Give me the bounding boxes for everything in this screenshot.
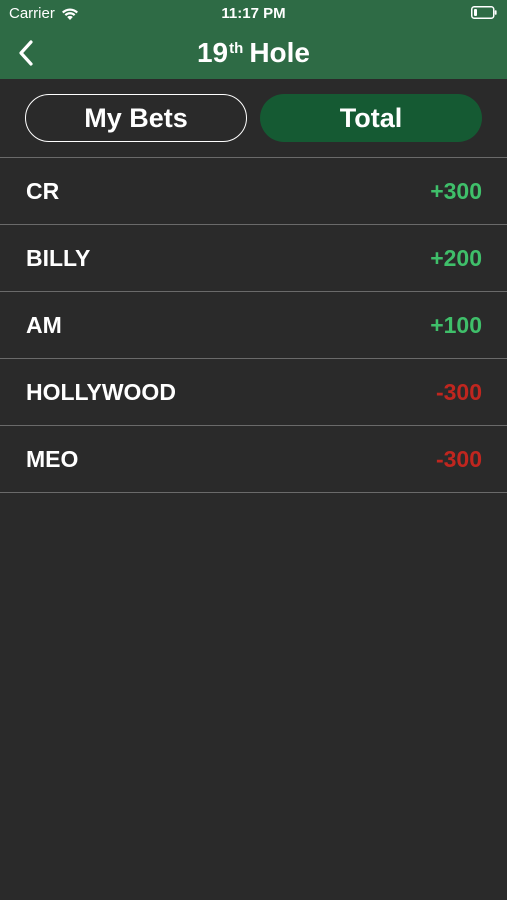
player-amount: +100 (430, 311, 482, 338)
player-name: AM (26, 311, 62, 338)
player-name: CR (26, 177, 60, 204)
list-item[interactable]: CR +300 (0, 158, 507, 225)
status-time: 11:17 PM (221, 5, 286, 22)
list-item[interactable]: AM +100 (0, 292, 507, 359)
player-amount: -300 (435, 445, 482, 472)
player-amount: -300 (435, 378, 482, 405)
segmented-control: My Bets Total (25, 94, 483, 142)
status-bar: Carrier 11:17 PM (0, 0, 507, 28)
list-item[interactable]: BILLY +200 (0, 225, 507, 292)
player-name: MEO (26, 445, 79, 472)
tab-total[interactable]: Total (260, 94, 482, 142)
player-name: BILLY (26, 244, 91, 271)
tab-my-bets[interactable]: My Bets (25, 94, 247, 142)
list-item[interactable]: HOLLYWOOD -300 (0, 359, 507, 426)
player-name: HOLLYWOOD (26, 378, 176, 405)
title-suffix: th (229, 40, 244, 57)
battery-icon (471, 6, 497, 19)
player-list: CR +300 BILLY +200 AM +100 HOLLYWOOD -30… (0, 157, 507, 493)
page-title: 19th Hole (0, 37, 507, 69)
title-number: 19 (196, 37, 229, 68)
player-amount: +300 (430, 177, 482, 204)
nav-bar: 19th Hole (0, 28, 507, 79)
player-amount: +200 (430, 244, 482, 271)
header: Carrier 11:17 PM 19th Hole (0, 0, 507, 79)
title-word: Hole (249, 37, 310, 68)
list-item[interactable]: MEO -300 (0, 426, 507, 493)
